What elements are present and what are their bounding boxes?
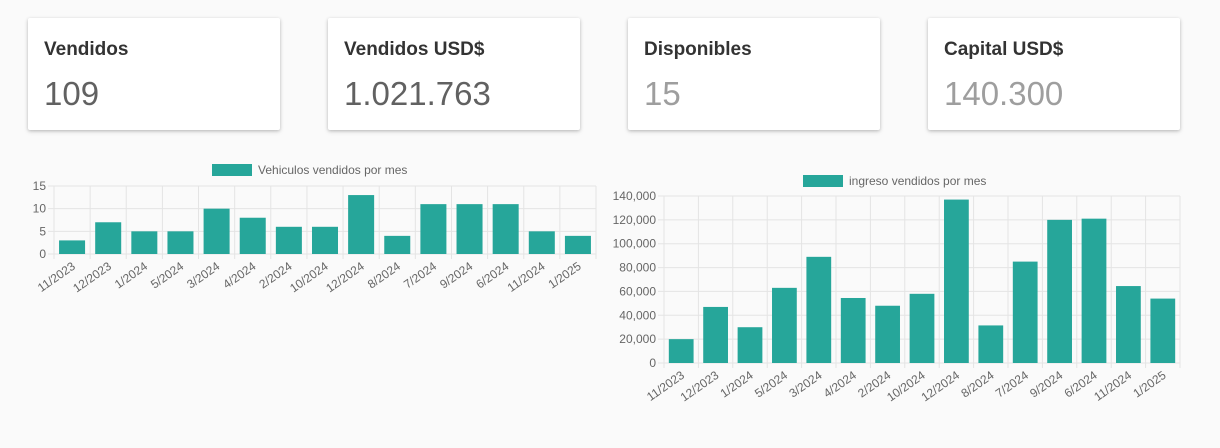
y-tick-label: 10 [33, 202, 47, 216]
bar [1150, 298, 1176, 363]
card-title: Vendidos USD$ [344, 39, 485, 60]
chart-ingreso-vendidos: ingreso vendidos por mes 0 20,000 40,000 60,… [613, 174, 1181, 405]
bar [1116, 286, 1141, 363]
bar [564, 235, 591, 254]
bar [1081, 218, 1107, 363]
y-tick-label: 15 [33, 179, 47, 193]
y-tick-label: 100,000 [613, 237, 657, 251]
bar [384, 235, 411, 254]
x-tick-label: 5/2024 [752, 368, 790, 401]
bar [1012, 261, 1038, 363]
x-tick-label: 12/2024 [919, 368, 963, 405]
bar [420, 204, 447, 254]
card-vendidos-usd: Vendidos USD$ 1.021.763 [328, 18, 580, 130]
bar [456, 204, 483, 254]
bar [944, 199, 969, 363]
bar [909, 293, 935, 363]
x-tick-label: 4/2024 [821, 368, 859, 401]
bar [239, 217, 266, 254]
x-tick-label: 11/2024 [505, 259, 548, 295]
card-value: 109 [44, 75, 100, 112]
x-tick-label: 10/2024 [884, 368, 928, 405]
y-tick-label: 20,000 [619, 332, 656, 346]
card-vendidos: Vendidos 109 [28, 18, 280, 130]
x-tick-label: 9/2024 [1027, 368, 1065, 401]
bar [492, 204, 519, 254]
x-tick-label: 3/2024 [786, 368, 824, 401]
bar [772, 287, 797, 363]
x-tick-label: 12/2024 [323, 259, 367, 296]
x-tick-label: 11/2023 [35, 259, 78, 295]
bar [875, 305, 900, 363]
legend-label: Vehiculos vendidos por mes [258, 163, 407, 177]
y-tick-label: 5 [39, 224, 46, 238]
card-title: Capital USD$ [944, 39, 1064, 60]
y-tick-label: 0 [39, 247, 46, 261]
x-tick-label: 4/2024 [220, 259, 258, 292]
y-tick-label: 0 [649, 356, 656, 370]
bar [203, 208, 230, 254]
legend-swatch [803, 175, 843, 187]
x-tick-label: 1/2024 [112, 259, 150, 292]
card-capital-usd: Capital USD$ 140.300 [928, 18, 1180, 130]
legend-label: ingreso vendidos por mes [849, 174, 986, 188]
bar [348, 195, 375, 254]
x-tick-label: 7/2024 [401, 259, 439, 292]
x-tick-label: 12/2023 [678, 368, 722, 405]
bar [1047, 219, 1072, 363]
chart-vehiculos-vendidos: Vehiculos vendidos por mes05101511/20231… [33, 163, 597, 296]
card-value: 1.021.763 [344, 75, 491, 112]
y-tick-label: 120,000 [613, 213, 657, 227]
card-disponibles: Disponibles 15 [628, 18, 880, 130]
card-value: 140.300 [944, 75, 1064, 112]
bar [528, 231, 555, 254]
x-tick-label: 1/2024 [718, 368, 756, 401]
x-tick-label: 1/2025 [546, 259, 584, 292]
bar [978, 325, 1004, 363]
bar [840, 297, 866, 363]
x-tick-label: 8/2024 [958, 368, 996, 401]
x-tick-label: 11/2024 [1091, 368, 1134, 404]
bar [131, 231, 158, 254]
x-tick-label: 1/2025 [1130, 368, 1168, 401]
bar [806, 256, 832, 363]
x-tick-label: 5/2024 [148, 259, 186, 292]
y-tick-label: 40,000 [619, 308, 656, 322]
bar [737, 327, 763, 363]
bar [703, 306, 728, 363]
x-tick-label: 9/2024 [437, 259, 475, 292]
card-title: Vendidos [44, 39, 129, 60]
y-tick-label: 140,000 [613, 189, 657, 203]
bar [275, 226, 302, 254]
y-tick-label: 80,000 [619, 261, 656, 275]
bar [311, 226, 339, 254]
x-tick-label: 3/2024 [184, 259, 222, 292]
x-tick-label: 10/2024 [287, 259, 331, 296]
x-tick-label: 8/2024 [365, 259, 403, 292]
bar [668, 339, 694, 363]
bar [167, 231, 194, 254]
card-title: Disponibles [644, 39, 752, 60]
bar [59, 240, 86, 254]
legend-swatch [212, 164, 252, 176]
x-tick-label: 12/2023 [70, 259, 114, 296]
bar [95, 222, 122, 254]
x-tick-label: 7/2024 [993, 368, 1031, 401]
card-value: 15 [644, 75, 681, 112]
y-tick-label: 60,000 [619, 284, 656, 298]
